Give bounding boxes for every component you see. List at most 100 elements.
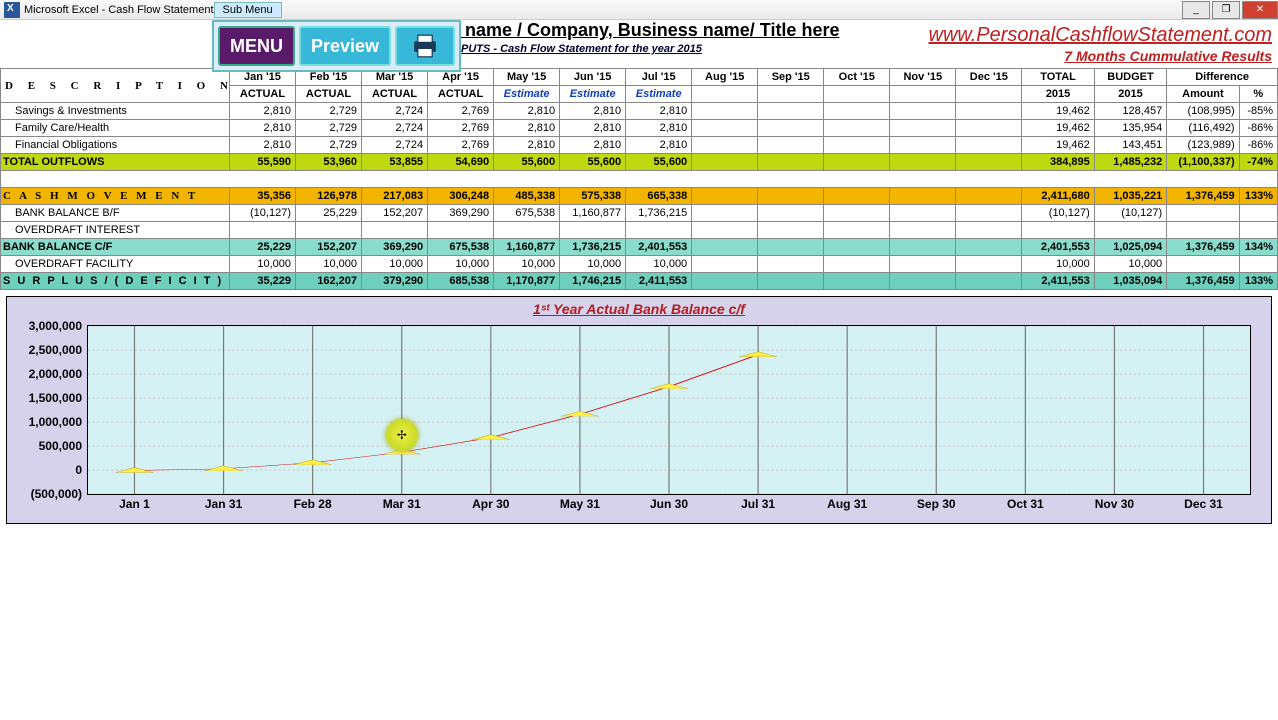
- cell[interactable]: 1,746,215: [560, 273, 626, 290]
- cell[interactable]: 53,855: [362, 154, 428, 171]
- cell[interactable]: 2,724: [362, 120, 428, 137]
- cell[interactable]: 379,290: [362, 273, 428, 290]
- cell-budget[interactable]: (10,127): [1094, 205, 1166, 222]
- cell[interactable]: [890, 256, 956, 273]
- cell[interactable]: [824, 137, 890, 154]
- cell[interactable]: 10,000: [362, 256, 428, 273]
- cell-diff[interactable]: (116,492): [1167, 120, 1239, 137]
- cell[interactable]: 10,000: [229, 256, 295, 273]
- cell[interactable]: 2,411,553: [626, 273, 692, 290]
- cell[interactable]: [692, 256, 758, 273]
- close-button[interactable]: ✕: [1242, 1, 1278, 19]
- cell[interactable]: [758, 273, 824, 290]
- cell[interactable]: [758, 256, 824, 273]
- cell[interactable]: 10,000: [560, 256, 626, 273]
- cell-diff[interactable]: (1,100,337): [1167, 154, 1239, 171]
- cell[interactable]: (10,127): [229, 205, 295, 222]
- cell[interactable]: [956, 239, 1022, 256]
- cell[interactable]: 2,769: [428, 103, 494, 120]
- cell[interactable]: [626, 222, 692, 239]
- cell[interactable]: 2,810: [626, 137, 692, 154]
- cell-total[interactable]: 2,411,680: [1022, 188, 1094, 205]
- cell-budget[interactable]: 1,025,094: [1094, 239, 1166, 256]
- cell[interactable]: [824, 256, 890, 273]
- cell[interactable]: 2,810: [229, 120, 295, 137]
- cell[interactable]: [890, 154, 956, 171]
- cell-budget[interactable]: 128,457: [1094, 103, 1166, 120]
- cell-diff[interactable]: [1167, 222, 1239, 239]
- cell[interactable]: [758, 137, 824, 154]
- cell[interactable]: [692, 120, 758, 137]
- cell-pct[interactable]: -86%: [1239, 120, 1277, 137]
- table-row[interactable]: BANK BALANCE C/F25,229152,207369,290675,…: [1, 239, 1278, 256]
- table-row[interactable]: Savings & Investments2,8102,7292,7242,76…: [1, 103, 1278, 120]
- cell[interactable]: 2,729: [296, 137, 362, 154]
- cell[interactable]: 2,810: [494, 120, 560, 137]
- cell-diff[interactable]: 1,376,459: [1167, 239, 1239, 256]
- cell-total[interactable]: [1022, 222, 1094, 239]
- cell-diff[interactable]: (123,989): [1167, 137, 1239, 154]
- cell[interactable]: 675,538: [428, 239, 494, 256]
- cell[interactable]: [956, 222, 1022, 239]
- cell[interactable]: 10,000: [296, 256, 362, 273]
- cell[interactable]: 2,810: [560, 120, 626, 137]
- cell[interactable]: [890, 273, 956, 290]
- cell[interactable]: 162,207: [296, 273, 362, 290]
- cell[interactable]: [824, 120, 890, 137]
- cell[interactable]: [428, 222, 494, 239]
- cell[interactable]: [956, 273, 1022, 290]
- print-button[interactable]: [395, 26, 455, 66]
- cell[interactable]: [890, 188, 956, 205]
- cell[interactable]: 152,207: [296, 239, 362, 256]
- cell[interactable]: [824, 205, 890, 222]
- cell[interactable]: [758, 120, 824, 137]
- cell[interactable]: 53,960: [296, 154, 362, 171]
- cell[interactable]: [890, 239, 956, 256]
- cell-budget[interactable]: [1094, 222, 1166, 239]
- cell[interactable]: 35,356: [229, 188, 295, 205]
- cell-total[interactable]: 2,401,553: [1022, 239, 1094, 256]
- cell[interactable]: 10,000: [428, 256, 494, 273]
- cell[interactable]: 25,229: [229, 239, 295, 256]
- cell[interactable]: 2,810: [626, 120, 692, 137]
- cell[interactable]: 10,000: [494, 256, 560, 273]
- cell[interactable]: [296, 222, 362, 239]
- table-row[interactable]: OVERDRAFT INTEREST: [1, 222, 1278, 239]
- cell[interactable]: [692, 273, 758, 290]
- chart-container[interactable]: 1ˢᵗ Year Actual Bank Balance c/f ✢ 3,000…: [6, 296, 1272, 524]
- cell[interactable]: 485,338: [494, 188, 560, 205]
- cell-total[interactable]: (10,127): [1022, 205, 1094, 222]
- cell[interactable]: [824, 154, 890, 171]
- cell[interactable]: [956, 188, 1022, 205]
- cell-total[interactable]: 384,895: [1022, 154, 1094, 171]
- table-row[interactable]: BANK BALANCE B/F(10,127)25,229152,207369…: [1, 205, 1278, 222]
- table-row[interactable]: C A S H M O V E M E N T35,356126,978217,…: [1, 188, 1278, 205]
- chart-plot[interactable]: ✢ 3,000,0002,500,0002,000,0001,500,0001,…: [87, 325, 1251, 495]
- cell[interactable]: 55,600: [494, 154, 560, 171]
- cell-total[interactable]: 10,000: [1022, 256, 1094, 273]
- cell[interactable]: 575,338: [560, 188, 626, 205]
- cell[interactable]: [758, 222, 824, 239]
- cell[interactable]: 2,810: [494, 103, 560, 120]
- cell[interactable]: 2,724: [362, 103, 428, 120]
- minimize-button[interactable]: _: [1182, 1, 1210, 19]
- cell[interactable]: [890, 137, 956, 154]
- cell[interactable]: [956, 120, 1022, 137]
- table-row[interactable]: Family Care/Health2,8102,7292,7242,7692,…: [1, 120, 1278, 137]
- cell[interactable]: 2,810: [626, 103, 692, 120]
- cell[interactable]: 2,401,553: [626, 239, 692, 256]
- cell[interactable]: 2,729: [296, 103, 362, 120]
- cell-pct[interactable]: 133%: [1239, 273, 1277, 290]
- cell[interactable]: 685,538: [428, 273, 494, 290]
- cell[interactable]: 152,207: [362, 205, 428, 222]
- cell-total[interactable]: 19,462: [1022, 137, 1094, 154]
- cell[interactable]: 126,978: [296, 188, 362, 205]
- table-row[interactable]: Financial Obligations2,8102,7292,7242,76…: [1, 137, 1278, 154]
- cell-total[interactable]: 19,462: [1022, 120, 1094, 137]
- cell-pct[interactable]: 133%: [1239, 188, 1277, 205]
- cell[interactable]: 1,160,877: [494, 239, 560, 256]
- cell[interactable]: 1,160,877: [560, 205, 626, 222]
- cell[interactable]: 2,810: [229, 103, 295, 120]
- maximize-button[interactable]: ❐: [1212, 1, 1240, 19]
- cell[interactable]: 1,736,215: [560, 239, 626, 256]
